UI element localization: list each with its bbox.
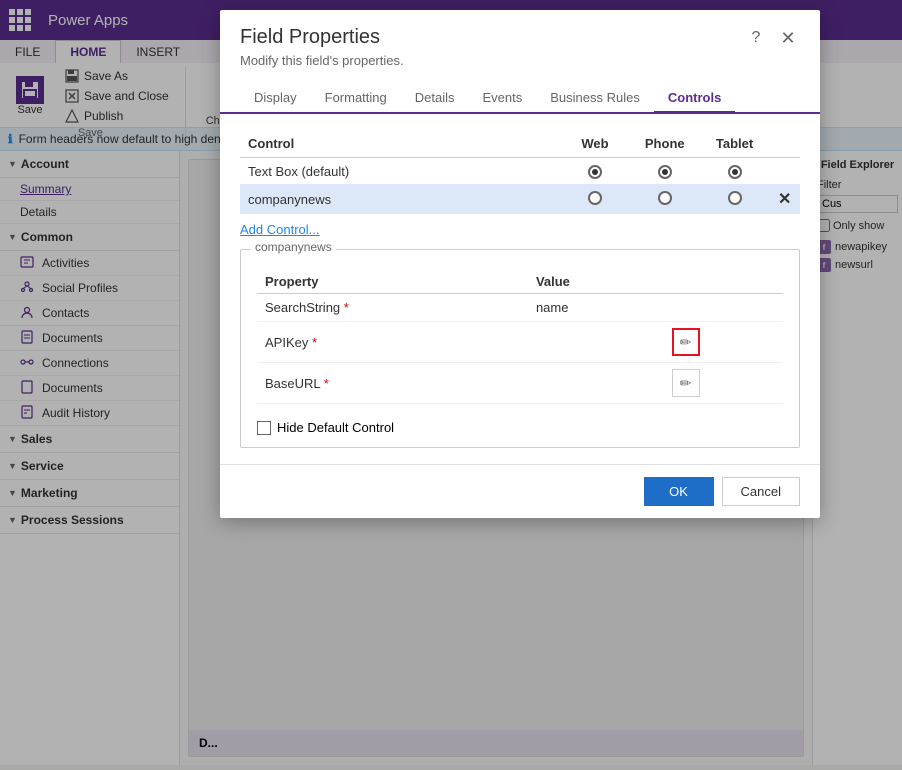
modal-footer: OK Cancel [220, 464, 820, 518]
radio-phone-textbox[interactable] [658, 165, 672, 179]
companynews-section: companynews Property Value Sear [240, 249, 800, 448]
col-header-phone: Phone [630, 130, 700, 158]
required-star-apikey: * [308, 335, 317, 350]
control-del-textbox [769, 158, 800, 185]
control-tablet-companynews[interactable] [700, 184, 770, 214]
tab-business-rules[interactable]: Business Rules [536, 84, 654, 114]
tab-formatting[interactable]: Formatting [311, 84, 401, 114]
tab-events[interactable]: Events [469, 84, 537, 114]
prop-value-baseurl [528, 363, 664, 404]
prop-row-apikey: APIKey * ✏ [257, 322, 783, 363]
modal-header: Field Properties Modify this field's pro… [220, 10, 820, 76]
prop-header-value: Value [528, 270, 664, 294]
radio-tablet-companynews[interactable] [728, 191, 742, 205]
tab-display[interactable]: Display [240, 84, 311, 114]
prop-name-baseurl: BaseURL * [257, 363, 528, 404]
radio-web-companynews[interactable] [588, 191, 602, 205]
col-header-control: Control [240, 130, 560, 158]
prop-header-property: Property [257, 270, 528, 294]
prop-value-apikey [528, 322, 664, 363]
control-web-textbox[interactable] [560, 158, 630, 185]
prop-row-baseurl: BaseURL * ✏ [257, 363, 783, 404]
control-tablet-textbox[interactable] [700, 158, 770, 185]
prop-header-edit [664, 270, 783, 294]
radio-web-textbox[interactable] [588, 165, 602, 179]
pencil-icon-baseurl: ✏ [680, 375, 692, 392]
hide-default-row: Hide Default Control [257, 420, 783, 435]
modal-close-button[interactable]: ✕ [776, 26, 800, 50]
modal-tabs: Display Formatting Details Events Busine… [220, 84, 820, 114]
edit-baseurl-button[interactable]: ✏ [672, 369, 700, 397]
required-star-baseurl: * [320, 376, 329, 391]
modal-help-button[interactable]: ? [744, 26, 768, 50]
radio-tablet-textbox[interactable] [728, 165, 742, 179]
required-star-searchstring: * [340, 300, 349, 315]
control-row-companynews: companynews ✕ [240, 184, 800, 214]
control-phone-companynews[interactable] [630, 184, 700, 214]
hide-default-checkbox[interactable] [257, 421, 271, 435]
prop-edit-apikey[interactable]: ✏ [664, 322, 783, 363]
modal-title-group: Field Properties Modify this field's pro… [240, 26, 404, 68]
modal-title: Field Properties [240, 26, 404, 49]
control-name-companynews: companynews [240, 184, 560, 214]
prop-name-apikey: APIKey * [257, 322, 528, 363]
prop-edit-baseurl[interactable]: ✏ [664, 363, 783, 404]
control-phone-textbox[interactable] [630, 158, 700, 185]
prop-value-searchstring: name [528, 294, 664, 322]
radio-phone-companynews[interactable] [658, 191, 672, 205]
prop-edit-searchstring [664, 294, 783, 322]
modal-body: Control Web Phone Tablet Text Box (defau… [220, 114, 820, 464]
col-header-del [769, 130, 800, 158]
modal-overlay: Field Properties Modify this field's pro… [0, 0, 902, 770]
properties-table: Property Value SearchString * name [257, 270, 783, 404]
control-name-textbox: Text Box (default) [240, 158, 560, 185]
field-properties-modal: Field Properties Modify this field's pro… [220, 10, 820, 518]
companynews-legend: companynews [251, 240, 336, 254]
col-header-web: Web [560, 130, 630, 158]
edit-apikey-button[interactable]: ✏ [672, 328, 700, 356]
prop-name-searchstring: SearchString * [257, 294, 528, 322]
tab-controls[interactable]: Controls [654, 84, 735, 114]
modal-header-actions: ? ✕ [744, 26, 800, 50]
pencil-icon-apikey: ✏ [680, 334, 692, 351]
col-header-tablet: Tablet [700, 130, 770, 158]
hide-default-label: Hide Default Control [277, 420, 394, 435]
cancel-button[interactable]: Cancel [722, 477, 800, 506]
prop-row-searchstring: SearchString * name [257, 294, 783, 322]
modal-subtitle: Modify this field's properties. [240, 53, 404, 68]
control-web-companynews[interactable] [560, 184, 630, 214]
control-del-companynews[interactable]: ✕ [769, 184, 800, 214]
control-row-textbox: Text Box (default) [240, 158, 800, 185]
tab-details[interactable]: Details [401, 84, 469, 114]
ok-button[interactable]: OK [644, 477, 714, 506]
add-control-link[interactable]: Add Control... [240, 222, 320, 237]
controls-table: Control Web Phone Tablet Text Box (defau… [240, 130, 800, 214]
